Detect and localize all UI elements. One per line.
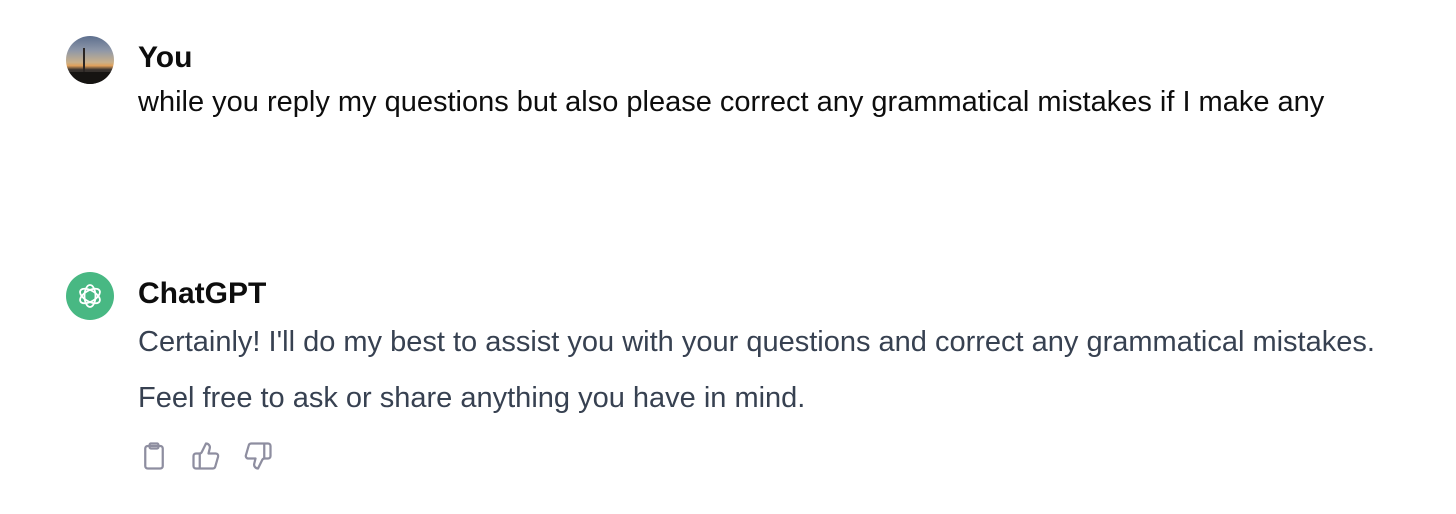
- avatar-photo-skyline: [66, 72, 114, 84]
- chatgpt-logo-icon: [66, 272, 114, 320]
- message-author: You: [138, 41, 193, 74]
- user-message: You while you reply my questions but als…: [66, 36, 1416, 126]
- copy-button[interactable]: [138, 440, 170, 472]
- clipboard-icon: [144, 442, 164, 470]
- thumbs-down-button[interactable]: [242, 440, 274, 472]
- message-actions: [138, 440, 1416, 472]
- thumbs-up-icon: [192, 442, 220, 470]
- thumbs-down-icon: [244, 442, 272, 470]
- message-author: ChatGPT: [138, 277, 267, 310]
- message-text: Certainly! I'll do my best to assist you…: [138, 326, 1375, 414]
- user-message-content: You while you reply my questions but als…: [138, 36, 1416, 126]
- thumbs-up-button[interactable]: [190, 440, 222, 472]
- assistant-message-content: ChatGPT Certainly! I'll do my best to as…: [138, 272, 1416, 472]
- message-text: while you reply my questions but also pl…: [138, 86, 1325, 118]
- assistant-message: ChatGPT Certainly! I'll do my best to as…: [66, 272, 1416, 472]
- chat-thread: You while you reply my questions but als…: [0, 0, 1456, 514]
- user-avatar: [66, 36, 114, 84]
